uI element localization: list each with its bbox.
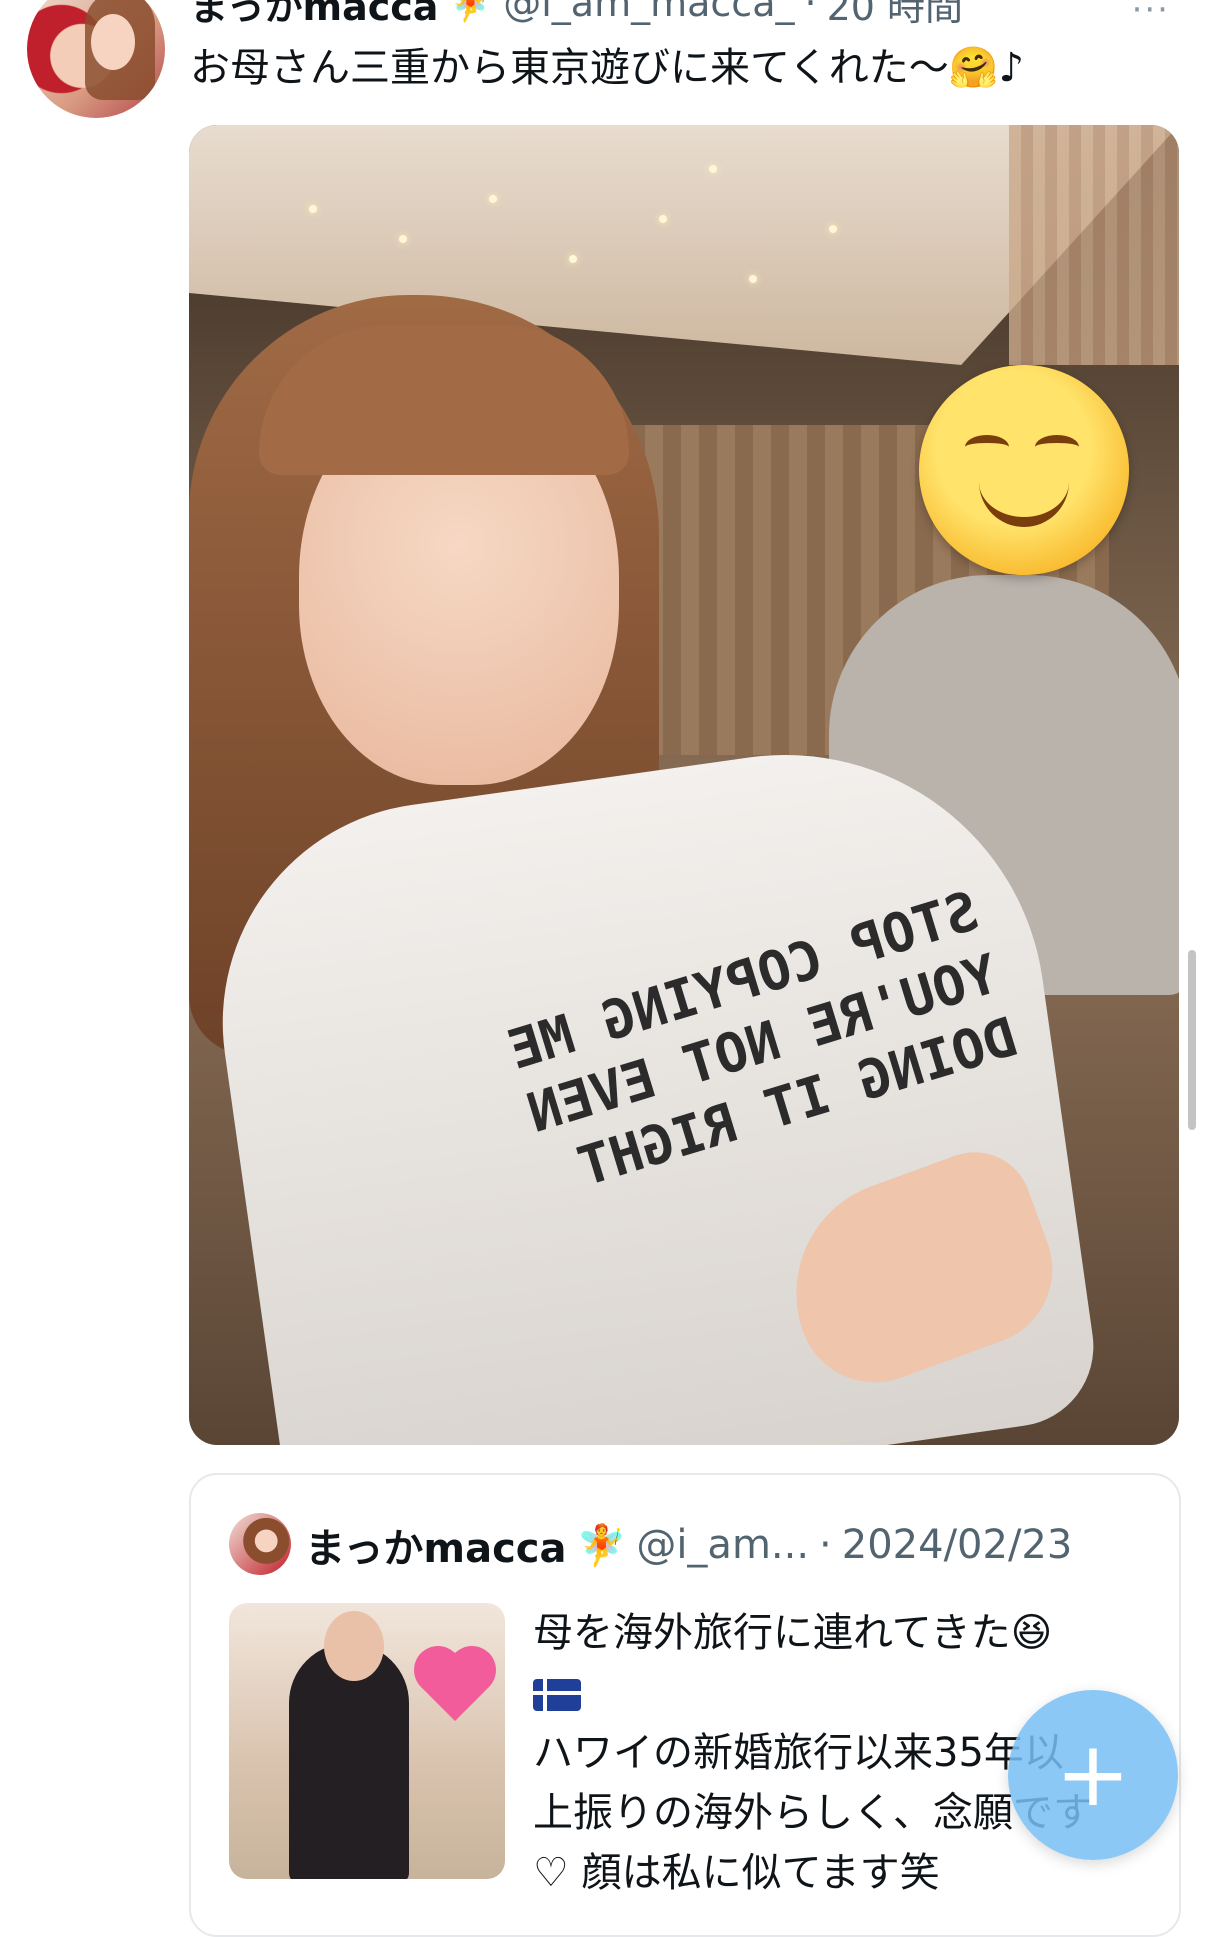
- quote-author-handle: @i_am...: [636, 1522, 810, 1568]
- timestamp[interactable]: 20 時間: [827, 0, 963, 31]
- tweet-text: お母さん三重から東京遊びに来てくれた〜🤗♪: [190, 45, 1025, 91]
- avatar-face: [91, 14, 135, 70]
- tweet[interactable]: まっかmacca 🧚 @i_am_macca_ · 20 時間 ··· お母さん…: [0, 0, 1206, 1937]
- tweet-header: まっかmacca 🧚 @i_am_macca_ · 20 時間: [190, 0, 963, 29]
- author-avatar[interactable]: [27, 0, 165, 118]
- hugging-face-emoji-icon: [919, 365, 1129, 575]
- thumbnail-figure-head: [324, 1611, 384, 1681]
- plus-icon: +: [1055, 1722, 1131, 1827]
- photo-bangs: [259, 325, 629, 475]
- heart-sticker-icon: [421, 1653, 489, 1721]
- tweet-photo[interactable]: STOP COPYING ME YOU'RE NOT EVEN DOING IT…: [189, 125, 1179, 1445]
- quote-header: まっかmacca 🧚 @i_am... · 2024/02/23: [305, 1515, 1072, 1575]
- author-handle[interactable]: @i_am_macca_: [503, 0, 794, 25]
- author-name[interactable]: まっかmacca: [190, 0, 438, 31]
- compose-button[interactable]: +: [1008, 1690, 1178, 1860]
- quote-author-avatar: [229, 1513, 291, 1575]
- scrollbar[interactable]: [1188, 950, 1196, 1130]
- quote-fairy-emoji-icon: 🧚: [576, 1522, 627, 1569]
- australia-flag-icon: [533, 1679, 581, 1711]
- more-options-icon[interactable]: ···: [1132, 0, 1170, 30]
- quote-line-1: 母を海外旅行に連れてきた😆: [533, 1610, 1053, 1656]
- photo-curtain: [1009, 125, 1179, 365]
- quote-date: 2024/02/23: [841, 1522, 1073, 1568]
- quote-separator: ·: [819, 1522, 832, 1568]
- emoji-mouth: [979, 477, 1069, 527]
- quote-tweet[interactable]: まっかmacca 🧚 @i_am... · 2024/02/23 母を海外旅行に…: [189, 1473, 1181, 1937]
- fairy-emoji-icon: 🧚: [448, 0, 494, 24]
- separator: ·: [804, 0, 817, 25]
- quote-thumbnail: [229, 1603, 505, 1879]
- quote-author-name: まっかmacca: [305, 1526, 567, 1572]
